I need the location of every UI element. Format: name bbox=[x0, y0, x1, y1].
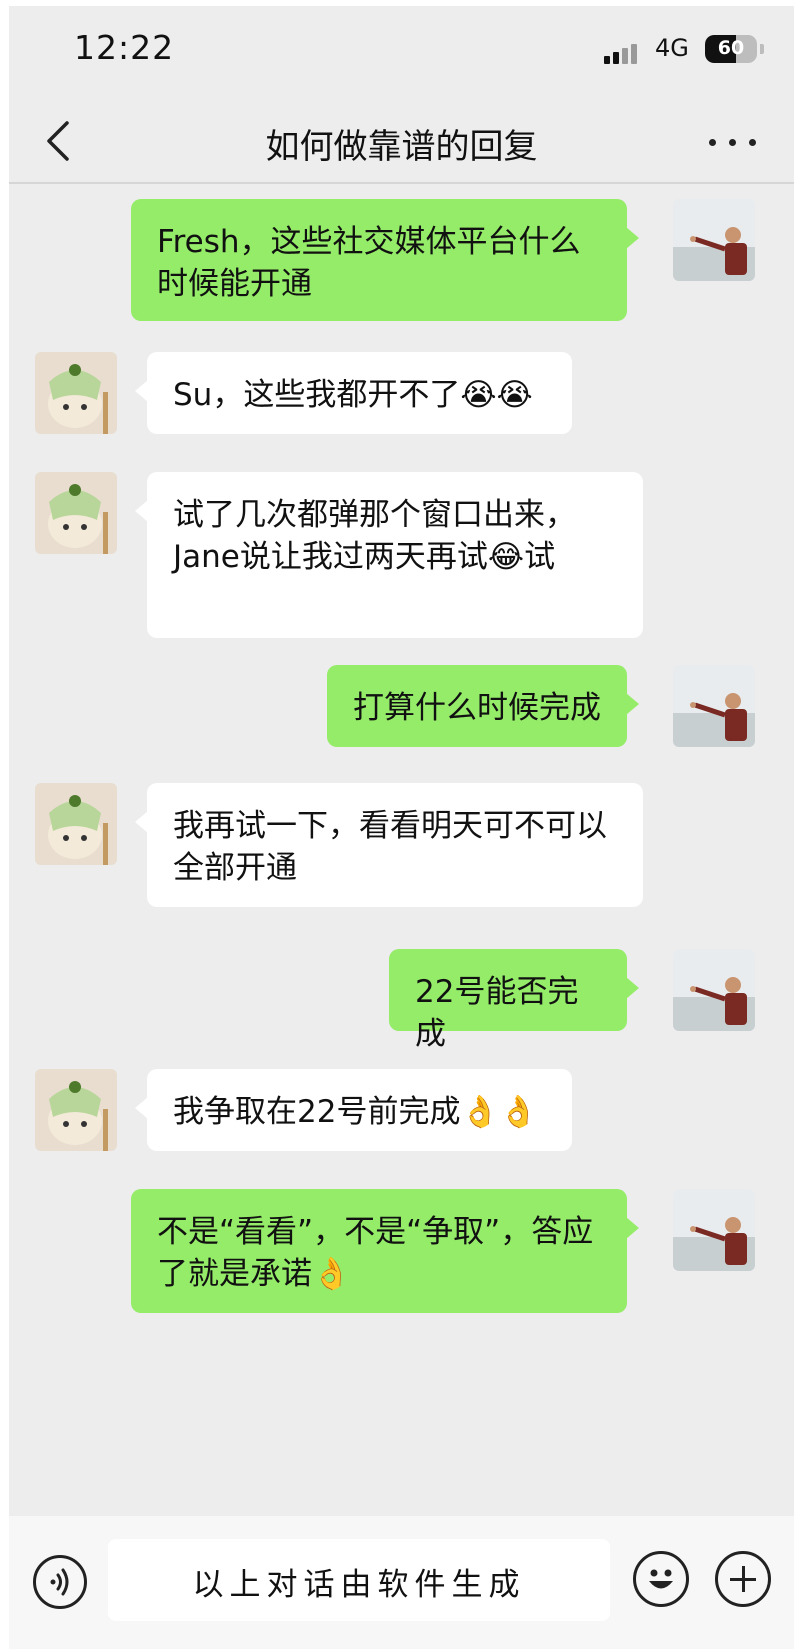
contact-avatar[interactable] bbox=[35, 472, 117, 554]
network-type: 4G bbox=[655, 34, 689, 62]
self-avatar[interactable] bbox=[673, 199, 755, 281]
emoji-button[interactable] bbox=[633, 1551, 689, 1607]
battery-percent: 60 bbox=[717, 37, 745, 59]
message-bubble[interactable]: 22号能否完成 bbox=[389, 949, 639, 1052]
chat-screen: 12:22 4G 60 如何做靠谱的回复 Fresh，这些社交媒体平台什么时候能… bbox=[9, 6, 794, 1649]
battery-icon: 60 bbox=[705, 35, 757, 63]
signal-icon bbox=[604, 42, 644, 64]
status-time: 12:22 bbox=[74, 28, 175, 67]
self-avatar[interactable] bbox=[673, 1189, 755, 1271]
self-avatar[interactable] bbox=[673, 665, 755, 747]
voice-button[interactable] bbox=[33, 1555, 87, 1609]
message-input-value: 以上对话由软件生成 bbox=[192, 1567, 526, 1603]
message-bubble[interactable]: 我争取在22号前完成👌👌 bbox=[135, 1069, 572, 1151]
message-bubble[interactable]: 我再试一下，看看明天可不可以全部开通 bbox=[135, 783, 643, 907]
contact-avatar[interactable] bbox=[35, 352, 117, 434]
back-button[interactable] bbox=[37, 111, 87, 171]
message-bubble[interactable]: 打算什么时候完成 bbox=[327, 665, 639, 747]
contact-avatar[interactable] bbox=[35, 1069, 117, 1151]
message-bubble[interactable]: Fresh，这些社交媒体平台什么时候能开通 bbox=[131, 199, 639, 321]
input-bar: 以上对话由软件生成 bbox=[9, 1516, 794, 1649]
more-button[interactable] bbox=[709, 131, 757, 153]
plus-button[interactable] bbox=[715, 1551, 771, 1607]
message-bubble[interactable]: Su，这些我都开不了😭😭 bbox=[135, 352, 572, 434]
message-bubble[interactable]: 不是“看看”，不是“争取”，答应了就是承诺👌 bbox=[131, 1189, 639, 1313]
voice-icon bbox=[50, 1568, 69, 1596]
chat-title: 如何做靠谱的回复 bbox=[265, 127, 538, 167]
message-bubble[interactable]: 试了几次都弹那个窗口出来，Jane说让我过两天再试😂试 bbox=[135, 472, 643, 638]
contact-avatar[interactable] bbox=[35, 783, 117, 865]
self-avatar[interactable] bbox=[673, 949, 755, 1031]
chevron-left-icon bbox=[47, 121, 69, 161]
battery-tip bbox=[760, 44, 764, 54]
emoji-smile-icon bbox=[649, 1569, 673, 1589]
message-input[interactable]: 以上对话由软件生成 bbox=[108, 1539, 610, 1621]
nav-divider bbox=[9, 182, 794, 184]
